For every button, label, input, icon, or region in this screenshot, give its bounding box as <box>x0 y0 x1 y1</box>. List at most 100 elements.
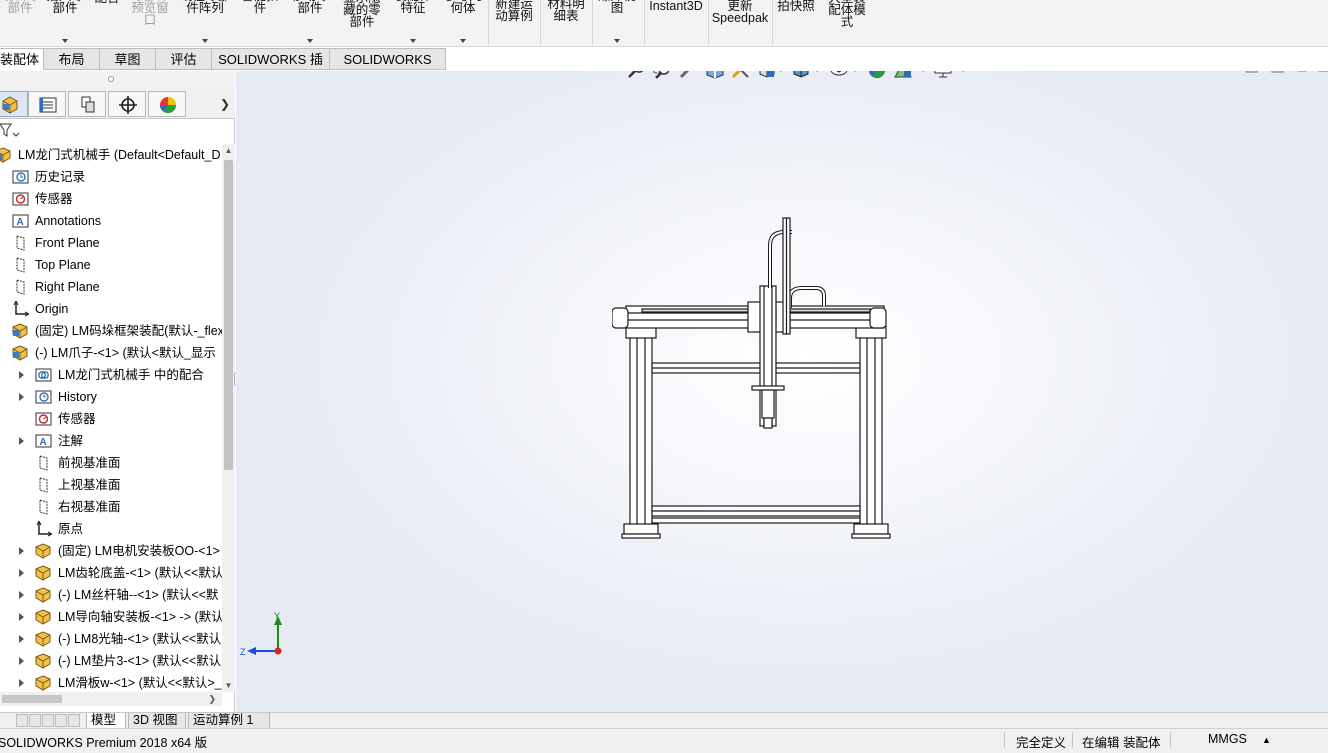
tab-nav-first[interactable] <box>16 714 28 727</box>
tree-expand-arrow[interactable] <box>17 430 27 452</box>
tab-command-3[interactable]: 评估 <box>156 48 212 70</box>
ribbon-button-2[interactable]: 配合 <box>90 0 124 46</box>
tree-node[interactable]: Top Plane <box>0 254 222 276</box>
property-manager-tab[interactable] <box>28 91 66 117</box>
view-orientation-icon[interactable] <box>756 71 778 81</box>
unit-system-text[interactable]: MMGS <box>1208 732 1247 746</box>
panel-tabs-more-chevron[interactable]: ❯ <box>220 97 230 111</box>
tab-command-5[interactable]: SOLIDWORKS MBD <box>330 48 446 88</box>
zoom-to-fit-icon[interactable] <box>626 71 648 81</box>
scroll-right-arrow[interactable]: ❯ <box>208 692 216 706</box>
ribbon-button-10[interactable]: 新建运 动算例 <box>490 0 538 46</box>
ribbon-dropdown-arrow[interactable] <box>62 39 68 43</box>
view-settings-dropdown-arrow[interactable] <box>960 71 966 72</box>
zoom-to-area-icon[interactable] <box>652 71 674 81</box>
section-view-icon[interactable] <box>704 71 726 81</box>
tree-expand-arrow[interactable] <box>17 650 27 672</box>
tree-node[interactable]: 前视基准面 <box>0 452 222 474</box>
ribbon-button-3[interactable]: 零部件 预览窗 口 <box>128 0 172 46</box>
tab-command-1[interactable]: 布局 <box>44 48 100 70</box>
tree-node[interactable]: 原点 <box>0 518 222 540</box>
tab-command-0[interactable]: 装配体 <box>0 48 44 70</box>
tile-left-icon[interactable] <box>1245 71 1258 73</box>
tree-node[interactable]: Right Plane <box>0 276 222 298</box>
ribbon-button-6[interactable]: 移动零 部件 <box>286 0 334 46</box>
tile-right-icon[interactable] <box>1271 71 1284 73</box>
ribbon-button-14[interactable]: 更新 Speedpak <box>710 0 770 46</box>
hide-show-dropdown-arrow[interactable] <box>852 71 858 72</box>
ribbon-button-5[interactable]: 智能扣 件 <box>238 0 282 46</box>
scroll-thumb[interactable] <box>224 160 233 470</box>
ribbon-button-16[interactable]: 大型装 配体模 式 <box>822 0 872 46</box>
tree-node[interactable]: LM导向轴安装板-<1> -> (默认 <box>0 606 222 628</box>
ribbon-dropdown-arrow[interactable] <box>614 39 620 43</box>
tree-node[interactable]: (-) LM垫片3-<1> (默认<<默认 <box>0 650 222 672</box>
tree-node[interactable]: Front Plane <box>0 232 222 254</box>
tree-node[interactable]: (固定) LM电机安装板OO-<1> <box>0 540 222 562</box>
display-style-icon[interactable] <box>790 71 812 81</box>
ribbon-button-15[interactable]: 拍快照 <box>774 0 818 46</box>
graphics-area[interactable]: Y Z <box>236 71 1328 712</box>
tab-nav-more[interactable] <box>68 714 80 727</box>
view-settings-icon[interactable] <box>932 71 954 81</box>
tab-command-2[interactable]: 草图 <box>100 48 156 70</box>
tree-node[interactable]: (-) LM丝杆轴--<1> (默认<<默 <box>0 584 222 606</box>
ribbon-button-8[interactable]: 装配体 特征 <box>390 0 436 46</box>
tree-node[interactable]: A 注解 <box>0 430 222 452</box>
tree-node[interactable]: 传感器 <box>0 408 222 430</box>
bottom-tab-1[interactable]: 3D 视图 <box>128 713 186 729</box>
tree-node[interactable]: (-) LM8光轴-<1> (默认<<默认 <box>0 628 222 650</box>
ribbon-dropdown-arrow[interactable] <box>460 39 466 43</box>
tree-expand-arrow[interactable] <box>17 540 27 562</box>
ribbon-button-1[interactable]: 插入零 部件 <box>44 0 86 46</box>
scroll-down-arrow[interactable]: ▼ <box>222 679 235 692</box>
bottom-tab-0[interactable]: 模型 <box>86 713 126 729</box>
tree-node[interactable]: (-) LM爪子-<1> (默认<默认_显示 <box>0 342 222 364</box>
panel-grip[interactable] <box>0 71 235 89</box>
tree-node[interactable]: 传感器 <box>0 188 222 210</box>
configuration-manager-tab[interactable] <box>68 91 106 117</box>
dynamic-annotation-icon[interactable] <box>730 71 752 81</box>
tab-nav-next[interactable] <box>42 714 54 727</box>
display-style-dropdown-arrow[interactable] <box>814 71 820 72</box>
tree-expand-arrow[interactable] <box>17 364 27 386</box>
tree-node[interactable]: (固定) LM码垛框架装配(默认-_flex <box>0 320 222 342</box>
unit-system-arrow[interactable]: ▲ <box>1262 735 1271 745</box>
tree-node[interactable]: Origin <box>0 298 222 320</box>
tree-horizontal-scrollbar[interactable]: ❯ <box>0 692 222 706</box>
display-manager-tab[interactable] <box>148 91 186 117</box>
ribbon-dropdown-arrow[interactable] <box>202 39 208 43</box>
tree-node[interactable]: A Annotations <box>0 210 222 232</box>
tab-nav-last[interactable] <box>55 714 67 727</box>
edit-appearance-icon[interactable] <box>866 71 888 81</box>
tree-node[interactable]: LM龙门式机械手 (Default<Default_D <box>0 144 222 166</box>
hide-show-items-icon[interactable] <box>828 71 850 81</box>
tab-nav-prev[interactable] <box>29 714 41 727</box>
tree-node[interactable]: 右视基准面 <box>0 496 222 518</box>
tree-expand-arrow[interactable] <box>17 584 27 606</box>
tree-node[interactable]: History <box>0 386 222 408</box>
ribbon-button-7[interactable]: 显示隐 藏的零 部件 <box>338 0 386 46</box>
gantry-robot-model[interactable] <box>612 216 892 546</box>
tree-expand-arrow[interactable] <box>17 562 27 584</box>
ribbon-button-0[interactable]: 编辑零 部件 <box>0 0 40 46</box>
ribbon-dropdown-arrow[interactable] <box>410 39 416 43</box>
apply-scene-icon[interactable] <box>892 71 914 81</box>
tree-node[interactable]: 上视基准面 <box>0 474 222 496</box>
tree-expand-arrow[interactable] <box>17 672 27 692</box>
tree-vertical-scrollbar[interactable]: ▲ ▼ <box>222 144 235 692</box>
tree-node[interactable]: LM滑板w-<1> (默认<<默认>_显 <box>0 672 222 692</box>
previous-view-icon[interactable] <box>678 71 700 81</box>
feature-manager-tab[interactable] <box>0 91 28 117</box>
tree-node[interactable]: LM龙门式机械手 中的配合 <box>0 364 222 386</box>
tab-command-4[interactable]: SOLIDWORKS 插件 <box>212 48 330 88</box>
ribbon-button-12[interactable]: 爆炸视 图 <box>594 0 640 46</box>
tree-expand-arrow[interactable] <box>17 606 27 628</box>
ribbon-button-13[interactable]: Instant3D <box>646 0 706 46</box>
hscroll-thumb[interactable] <box>2 695 62 703</box>
view-orientation-dropdown-arrow[interactable] <box>778 71 784 72</box>
ribbon-button-4[interactable]: 线性零部 件阵列 <box>176 0 234 46</box>
tree-expand-arrow[interactable] <box>17 386 27 408</box>
ribbon-button-11[interactable]: 材料明 细表 <box>542 0 590 46</box>
apply-scene-dropdown-arrow[interactable] <box>920 71 926 72</box>
